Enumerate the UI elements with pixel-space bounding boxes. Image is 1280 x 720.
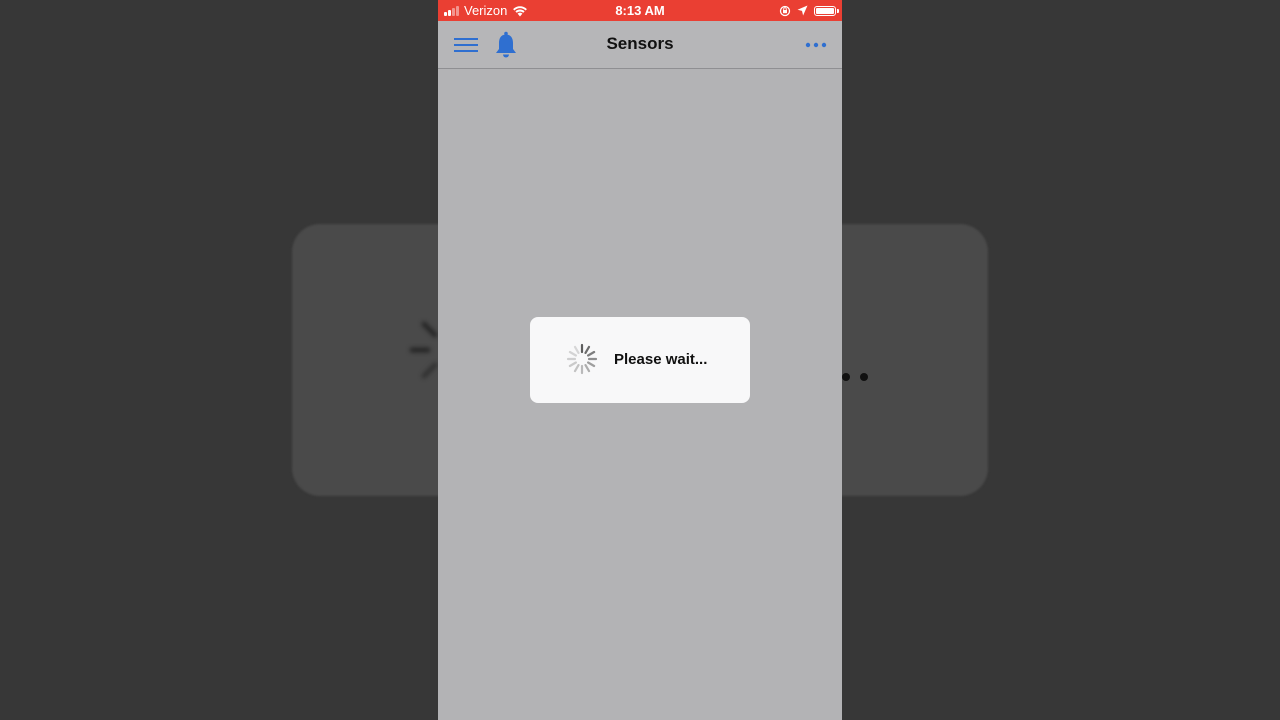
video-frame: Verizon 8:13 AM Sensors Please wait...	[0, 0, 1280, 720]
location-arrow-icon	[797, 5, 808, 16]
page-title: Sensors	[606, 34, 674, 53]
status-bar: Verizon 8:13 AM	[438, 0, 842, 21]
loading-dialog: Please wait...	[530, 317, 750, 403]
activity-spinner-icon	[566, 343, 598, 375]
more-horizontal-icon[interactable]	[804, 37, 828, 53]
navigation-bar: Sensors	[438, 21, 842, 69]
battery-icon	[814, 5, 839, 16]
status-right	[773, 3, 839, 18]
background-dots	[842, 368, 882, 381]
orientation-lock-icon	[779, 5, 791, 16]
phone-screen: Verizon 8:13 AM Sensors Please wait...	[438, 0, 842, 720]
loading-message: Please wait...	[614, 351, 708, 368]
